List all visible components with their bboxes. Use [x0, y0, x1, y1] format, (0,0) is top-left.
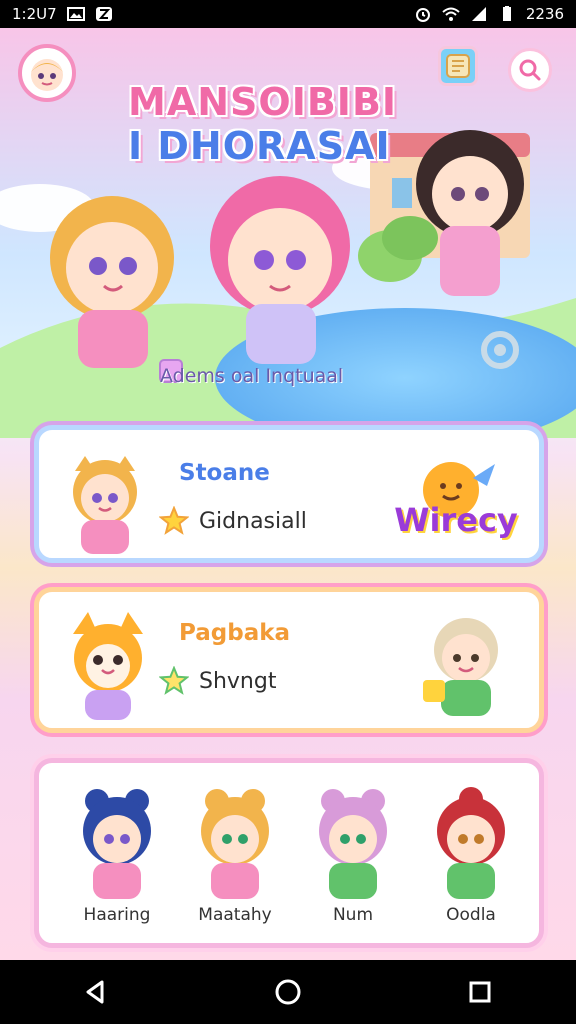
home-icon — [275, 979, 301, 1005]
game-subtitle: Adems oal Inqtuaal — [160, 365, 344, 387]
character-portrait-icon — [201, 789, 269, 899]
signal-icon — [471, 7, 486, 21]
card-1-badge: Wirecy — [391, 456, 521, 544]
mode-card-1[interactable]: Stoane Gidnasiall Wirecy — [34, 425, 544, 563]
star-icon — [159, 506, 189, 535]
hero-scene: MANSOIBIBI I DHORASAI Adems oal Inqtuaal — [0, 28, 576, 438]
status-clock: 2236 — [525, 5, 564, 23]
character-slot-4[interactable] — [413, 783, 529, 903]
character-slot-1[interactable] — [59, 783, 175, 903]
character-portrait-icon — [83, 789, 151, 899]
map-button[interactable] — [438, 46, 478, 86]
app-logo[interactable] — [18, 44, 76, 102]
avatar-logo-icon — [31, 59, 63, 91]
card-1-character-icon — [73, 456, 137, 554]
search-button[interactable] — [508, 48, 552, 92]
image-icon — [66, 7, 85, 21]
mode-card-2[interactable]: Pagbaka Shvngt — [34, 587, 544, 733]
alarm-icon — [415, 8, 430, 22]
card-2-row: Shvngt — [159, 666, 276, 696]
status-time: 1:2U7 — [12, 5, 57, 23]
game-screen: MANSOIBIBI I DHORASAI Adems oal Inqtuaal… — [0, 28, 576, 960]
recents-icon — [469, 981, 491, 1003]
status-left: 1:2U7 — [12, 5, 113, 23]
app-z-icon — [95, 7, 112, 21]
system-nav-bar — [0, 960, 576, 1024]
card-1-label: Gidnasiall — [199, 508, 307, 534]
card-2-label: Shvngt — [199, 668, 277, 694]
map-icon — [446, 54, 470, 78]
home-button[interactable] — [264, 968, 312, 1016]
character-row — [59, 783, 529, 903]
character-name-2: Maatahy — [198, 905, 272, 925]
game-title: MANSOIBIBI I DHORASAI — [128, 80, 398, 168]
card-2-character-icon — [423, 618, 498, 716]
battery-icon — [502, 6, 511, 21]
back-icon — [86, 980, 104, 1004]
character-name-1: Haaring — [83, 905, 151, 925]
search-icon — [519, 59, 541, 81]
card-1-badge-text: Wirecy — [394, 501, 518, 539]
card-2-fox-icon — [73, 612, 143, 720]
recents-button[interactable] — [456, 968, 504, 1016]
character-name-3: Num — [332, 905, 374, 925]
status-bar: 1:2U7 2236 — [0, 0, 576, 28]
character-portrait-icon — [437, 787, 505, 899]
character-name-4: Oodla — [446, 905, 496, 925]
character-slot-2[interactable] — [177, 783, 293, 903]
star-icon — [159, 666, 189, 695]
wifi-icon — [442, 7, 460, 21]
game-title-line-2: I DHORASAI — [128, 124, 391, 168]
card-2-title: Pagbaka — [179, 620, 291, 646]
status-right: 2236 — [414, 5, 564, 23]
card-1-row: Gidnasiall — [159, 506, 307, 536]
back-button[interactable] — [72, 968, 120, 1016]
character-slot-3[interactable] — [295, 783, 411, 903]
character-select-card: Haaring Maatahy Num Oodla — [34, 758, 544, 948]
card-1-title: Stoane — [179, 460, 270, 486]
game-title-line-1: MANSOIBIBI — [128, 80, 398, 124]
character-portrait-icon — [319, 789, 387, 899]
